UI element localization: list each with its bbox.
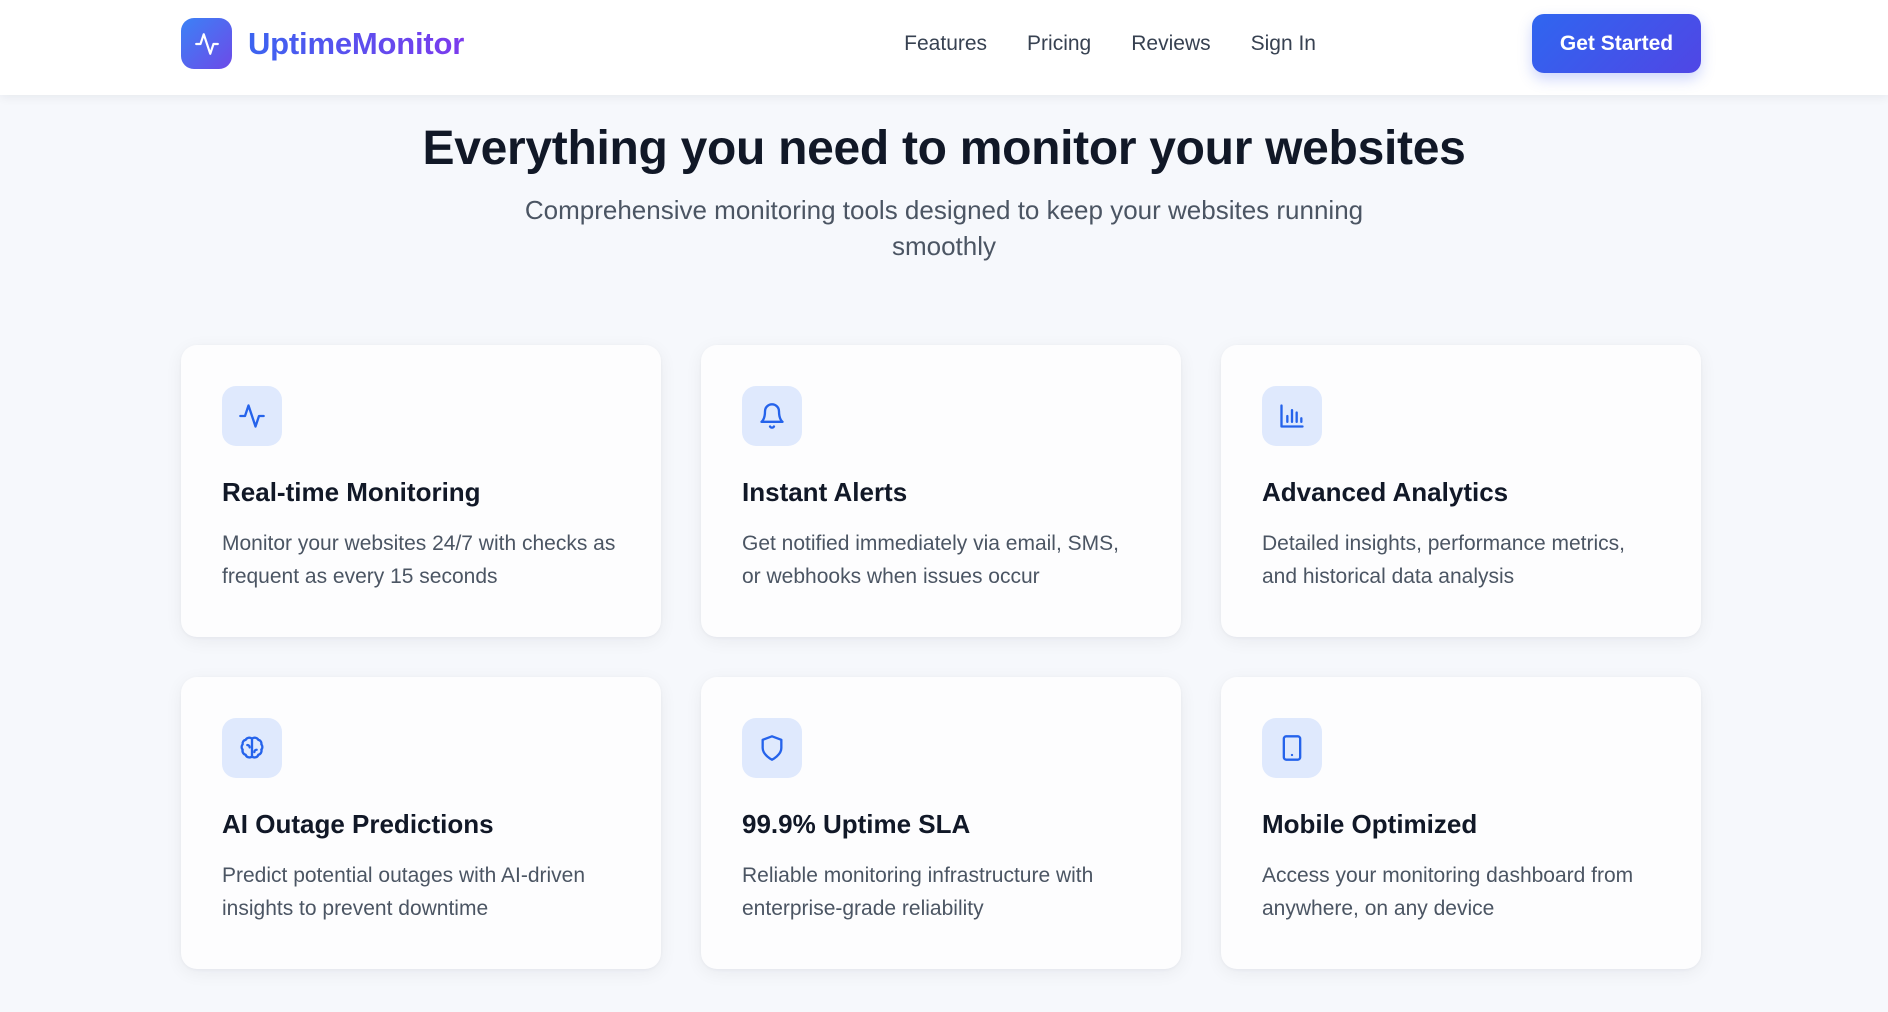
nav-links: Features Pricing Reviews Sign In <box>904 0 1316 88</box>
page-title: Everything you need to monitor your webs… <box>422 122 1466 175</box>
feature-description: Detailed insights, performance metrics, … <box>1262 532 1625 588</box>
shield-icon <box>742 718 802 778</box>
feature-card-real-time-monitoring: Real-time Monitoring Monitor your websit… <box>181 345 661 637</box>
brand-link[interactable]: UptimeMonitor <box>181 18 464 69</box>
get-started-button[interactable]: Get Started <box>1532 14 1701 73</box>
nav-link-features[interactable]: Features <box>904 32 987 56</box>
feature-card-mobile-optimized: Mobile Optimized Access your monitoring … <box>1221 677 1701 969</box>
nav-link-pricing[interactable]: Pricing <box>1027 32 1091 56</box>
feature-card-uptime-sla: 99.9% Uptime SLA Reliable monitoring inf… <box>701 677 1181 969</box>
activity-icon <box>181 18 232 69</box>
nav-link-sign-in[interactable]: Sign In <box>1251 32 1316 56</box>
feature-title: Advanced Analytics <box>1262 477 1509 507</box>
feature-description: Monitor your websites 24/7 with checks a… <box>222 532 616 588</box>
feature-title: Mobile Optimized <box>1262 809 1478 839</box>
smartphone-icon <box>1262 718 1322 778</box>
features-hero: Everything you need to monitor your webs… <box>0 95 1888 264</box>
features-grid: Real-time Monitoring Monitor your websit… <box>181 345 1701 969</box>
page-subtitle: Comprehensive monitoring tools designed … <box>524 195 1364 261</box>
bar-chart-icon <box>1262 386 1322 446</box>
feature-description: Access your monitoring dashboard from an… <box>1262 864 1634 920</box>
activity-icon <box>222 386 282 446</box>
top-navbar: UptimeMonitor Features Pricing Reviews S… <box>0 0 1888 95</box>
brain-icon <box>222 718 282 778</box>
feature-title: 99.9% Uptime SLA <box>742 809 971 839</box>
feature-card-instant-alerts: Instant Alerts Get notified immediately … <box>701 345 1181 637</box>
feature-description: Predict potential outages with AI-driven… <box>222 864 586 920</box>
feature-title: Real-time Monitoring <box>222 477 481 507</box>
feature-description: Reliable monitoring infrastructure with … <box>742 864 1094 920</box>
brand-name: UptimeMonitor <box>248 25 465 61</box>
feature-description: Get notified immediately via email, SMS,… <box>742 532 1119 588</box>
bell-icon <box>742 386 802 446</box>
feature-title: Instant Alerts <box>742 477 908 507</box>
feature-card-advanced-analytics: Advanced Analytics Detailed insights, pe… <box>1221 345 1701 637</box>
feature-card-ai-outage-predictions: AI Outage Predictions Predict potential … <box>181 677 661 969</box>
nav-link-reviews[interactable]: Reviews <box>1131 32 1210 56</box>
feature-title: AI Outage Predictions <box>222 809 494 839</box>
